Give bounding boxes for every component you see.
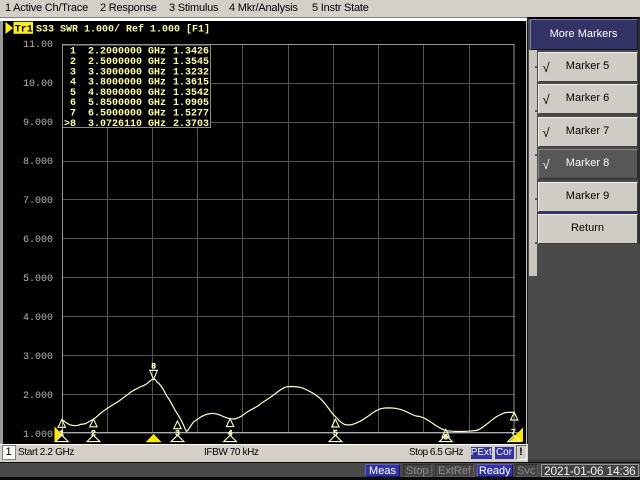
svg-text:3.000: 3.000 <box>23 352 53 363</box>
svg-text:6.000: 6.000 <box>23 235 53 246</box>
svg-text:11.00: 11.00 <box>23 40 53 51</box>
svg-text:8.000: 8.000 <box>23 157 53 168</box>
svg-text:10.00: 10.00 <box>23 79 53 90</box>
svg-text:>8: >8 <box>64 119 76 130</box>
svg-text:4.000: 4.000 <box>23 313 53 324</box>
svg-text:3.0726110 GHz: 3.0726110 GHz <box>88 119 166 130</box>
svg-text:2.3703: 2.3703 <box>173 119 209 130</box>
svg-text:2.000: 2.000 <box>23 391 53 402</box>
svg-text:7.000: 7.000 <box>23 196 53 207</box>
svg-text:1.000: 1.000 <box>23 430 53 441</box>
svg-text:9.000: 9.000 <box>23 118 53 129</box>
svg-text:5.000: 5.000 <box>23 274 53 285</box>
svg-text:S33 SWR 1.000/ Ref 1.000 [F1]: S33 SWR 1.000/ Ref 1.000 [F1] <box>36 24 210 36</box>
svg-text:Tr1: Tr1 <box>15 25 33 36</box>
